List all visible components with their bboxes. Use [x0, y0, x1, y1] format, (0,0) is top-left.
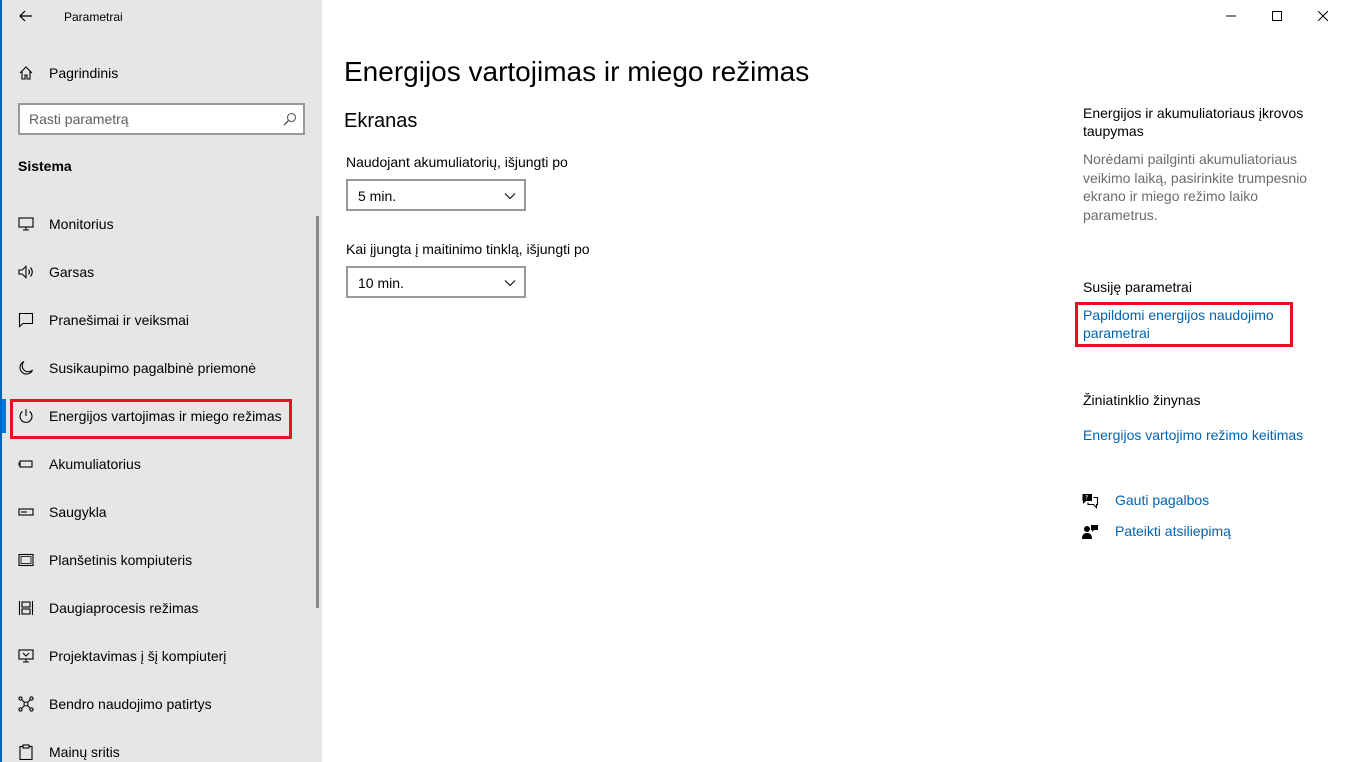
tablet-icon [18, 553, 34, 567]
sidebar-item-label: Energijos vartojimas ir miego režimas [49, 408, 282, 424]
change-power-mode-link[interactable]: Energijos vartojimo režimo keitimas [1083, 426, 1303, 444]
minimize-icon [1226, 15, 1236, 17]
back-arrow-icon [19, 10, 32, 22]
feedback-icon [1082, 525, 1098, 539]
clipboard-icon [19, 744, 33, 760]
sidebar-item-power-sleep[interactable]: Energijos vartojimas ir miego režimas [2, 394, 318, 438]
storage-icon [18, 508, 34, 516]
dropdown-value: 10 min. [358, 275, 404, 291]
sidebar-item-label: Daugiaprocesis režimas [49, 600, 199, 616]
svg-text:?: ? [1085, 495, 1088, 502]
sidebar-item-label: Planšetinis kompiuteris [49, 552, 193, 568]
sidebar-item-tablet[interactable]: Planšetinis kompiuteris [2, 538, 318, 582]
multitasking-icon [18, 601, 34, 615]
power-icon [19, 409, 33, 423]
home-icon [19, 66, 33, 80]
search-input[interactable] [29, 111, 269, 127]
sidebar-item-label: Pagrindinis [49, 65, 119, 81]
sidebar-item-clipboard[interactable]: Mainų sritis [2, 730, 318, 762]
battery-save-description: Norėdami pailginti akumuliatoriaus veiki… [1083, 151, 1308, 223]
plugged-timeout-label: Kai įjungta į maitinimo tinklą, išjungti… [346, 241, 590, 257]
sidebar: Parametrai Pagrindinis Sistema Monitoriu… [2, 0, 322, 762]
minimize-button[interactable] [1208, 0, 1254, 32]
page-title: Energijos vartojimas ir miego režimas [344, 56, 810, 87]
sidebar-item-display[interactable]: Monitorius [2, 202, 318, 246]
section-heading: Sistema [18, 158, 72, 174]
main-content: Energijos vartojimas ir miego režimas Ek… [322, 0, 1346, 762]
sidebar-item-home[interactable]: Pagrindinis [2, 56, 322, 90]
maximize-icon [1272, 11, 1282, 21]
shared-experiences-icon [18, 696, 34, 712]
sidebar-item-sound[interactable]: Garsas [2, 250, 318, 294]
maximize-button[interactable] [1254, 0, 1300, 32]
projecting-icon [18, 649, 34, 663]
sidebar-item-focus-assist[interactable]: Susikaupimo pagalbinė priemonė [2, 346, 318, 390]
chevron-down-icon [504, 193, 516, 200]
sidebar-item-label: Bendro naudojimo patirtys [49, 696, 212, 712]
battery-timeout-label: Naudojant akumuliatorių, išjungti po [346, 154, 568, 170]
help-chat-icon: ? [1082, 494, 1099, 509]
battery-save-heading: Energijos ir akumuliatoriaus įkrovos tau… [1083, 105, 1304, 139]
screen-group-heading: Ekranas [344, 110, 418, 132]
selection-indicator [2, 399, 6, 433]
get-help-label: Gauti pagalbos [1115, 492, 1210, 508]
sidebar-item-label: Susikaupimo pagalbinė priemonė [49, 360, 257, 376]
additional-power-settings-link[interactable]: Papildomi energijos naudojimo parametrai [1083, 306, 1283, 342]
notification-icon [18, 312, 34, 328]
sidebar-item-shared-experiences[interactable]: Bendro naudojimo patirtys [2, 682, 318, 726]
sidebar-item-label: Garsas [49, 264, 95, 280]
sidebar-item-label: Monitorius [49, 216, 114, 232]
battery-timeout-dropdown[interactable]: 5 min. [346, 179, 526, 211]
app-title: Parametrai [64, 10, 123, 24]
web-help-heading: Žiniatinklio žinynas [1083, 392, 1201, 408]
sidebar-item-multitasking[interactable]: Daugiaprocesis režimas [2, 586, 318, 630]
sidebar-item-label: Projektavimas į šį kompiuterį [49, 648, 227, 664]
sidebar-item-label: Pranešimai ir veiksmai [49, 312, 190, 328]
sidebar-item-label: Mainų sritis [49, 744, 120, 760]
sidebar-item-storage[interactable]: Saugykla [2, 490, 318, 534]
monitor-icon [18, 217, 34, 231]
battery-icon [18, 460, 33, 468]
chevron-down-icon [504, 280, 516, 287]
give-feedback-label: Pateikti atsiliepimą [1115, 523, 1231, 539]
search-box[interactable] [18, 103, 305, 135]
close-button[interactable] [1300, 0, 1346, 32]
speaker-icon [18, 265, 33, 279]
sidebar-item-label: Akumuliatorius [49, 456, 141, 472]
related-settings-heading: Susiję parametrai [1083, 279, 1192, 295]
window-controls [1208, 0, 1346, 32]
sidebar-item-notifications[interactable]: Pranešimai ir veiksmai [2, 298, 318, 342]
dropdown-value: 5 min. [358, 188, 397, 204]
sidebar-item-battery[interactable]: Akumuliatorius [2, 442, 318, 486]
sidebar-scrollbar[interactable] [316, 216, 319, 608]
back-button[interactable] [12, 4, 40, 28]
close-icon [1318, 11, 1328, 21]
plugged-timeout-dropdown[interactable]: 10 min. [346, 266, 526, 298]
moon-icon [19, 360, 34, 375]
sidebar-item-label: Saugykla [49, 504, 107, 520]
title-bar: Parametrai [2, 0, 322, 32]
sidebar-item-projecting[interactable]: Projektavimas į šį kompiuterį [2, 634, 318, 678]
search-icon[interactable] [283, 112, 297, 126]
